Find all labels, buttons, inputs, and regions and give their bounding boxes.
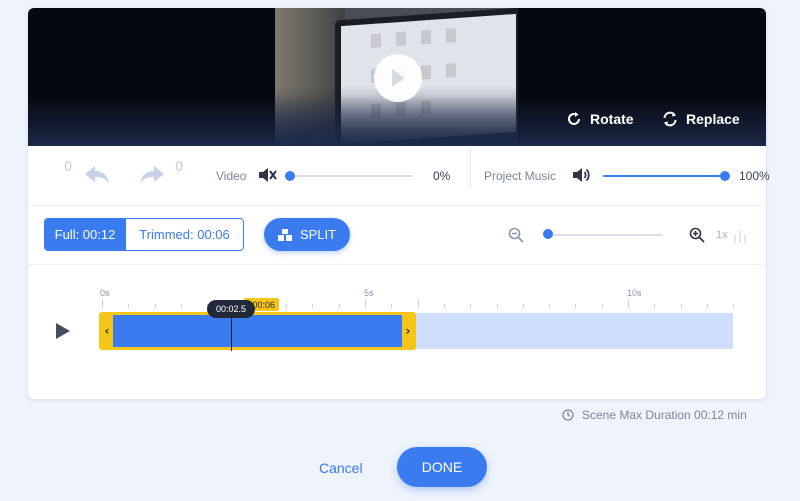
audio-divider — [470, 148, 471, 188]
ruler-tick — [338, 304, 340, 308]
play-icon — [56, 323, 70, 339]
zoom-slider[interactable] — [548, 234, 662, 236]
rotate-label: Rotate — [590, 111, 634, 127]
chevron-right-icon: › — [405, 324, 411, 338]
zoom-scale-icon — [734, 228, 748, 247]
undo-count: 0 — [64, 160, 73, 175]
ruler-tick — [549, 304, 551, 308]
rotate-button[interactable]: Rotate — [566, 108, 634, 130]
audio-row-divider — [28, 205, 766, 206]
speaker-on-icon — [573, 168, 590, 182]
redo-button[interactable] — [138, 164, 166, 190]
done-button[interactable]: DONE — [397, 447, 487, 487]
undo-button[interactable] — [83, 164, 111, 190]
zoom-in-icon — [689, 227, 705, 243]
split-label: SPLIT — [299, 227, 337, 242]
speaker-muted-icon — [259, 168, 277, 182]
trim-end-handle[interactable]: › — [401, 312, 415, 350]
zoom-slider-knob[interactable] — [543, 229, 553, 239]
video-mute-button[interactable] — [257, 166, 277, 188]
ruler-tick — [733, 304, 735, 308]
ruler-tick — [496, 304, 498, 308]
play-icon — [392, 69, 405, 87]
trimmed-clip[interactable] — [113, 315, 402, 347]
scene-max-duration-text: Scene Max Duration 00:12 min — [582, 408, 747, 422]
zoom-level: 1x — [716, 229, 728, 241]
ruler-label-10s: 10s — [627, 288, 642, 298]
zoom-out-icon — [508, 227, 524, 243]
ruler-tick — [286, 304, 288, 308]
ruler-tick — [654, 304, 656, 308]
video-preview: Rotate Replace — [28, 8, 766, 146]
ruler-tick — [365, 299, 366, 308]
ruler-tick — [391, 304, 393, 308]
video-volume-label: Video — [216, 169, 247, 183]
rotate-icon — [568, 112, 580, 125]
music-volume-label: Project Music — [484, 169, 557, 183]
clock-icon — [562, 409, 574, 421]
split-icon — [277, 228, 292, 241]
video-volume-knob[interactable] — [285, 171, 295, 181]
replace-label: Replace — [686, 111, 740, 127]
zoom-out-button[interactable] — [508, 227, 524, 247]
ruler-tick — [706, 304, 708, 308]
ruler-tick — [102, 299, 103, 308]
undo-icon — [85, 166, 109, 184]
ruler-tick — [312, 304, 314, 308]
toolbar-row-divider — [28, 264, 766, 265]
ruler-tick — [443, 304, 445, 308]
ruler-label-0s: 0s — [100, 288, 110, 298]
ruler-tick — [417, 299, 419, 308]
timeline-play-button[interactable] — [54, 322, 72, 344]
scene-max-duration: Scene Max Duration 00:12 min — [562, 406, 747, 424]
ruler-tick — [128, 304, 130, 308]
music-speaker-button[interactable] — [571, 166, 591, 188]
music-volume-slider[interactable] — [603, 171, 730, 181]
ruler-tick — [628, 299, 629, 308]
ruler-tick — [601, 304, 603, 308]
tab-full[interactable]: Full: 00:12 — [45, 219, 125, 250]
playhead-time[interactable]: 00:02.5 — [207, 300, 255, 318]
replace-button[interactable]: Replace — [662, 108, 740, 130]
trim-mode-toggle: Full: 00:12 Trimmed: 00:06 — [44, 218, 244, 251]
chevron-left-icon: ‹ — [104, 324, 110, 338]
playhead[interactable] — [231, 316, 232, 351]
cancel-button[interactable]: Cancel — [319, 460, 363, 476]
ruler-tick — [522, 304, 524, 308]
video-volume-slider[interactable] — [285, 171, 413, 181]
ruler-label-5s: 5s — [364, 288, 374, 298]
ruler-tick — [180, 304, 182, 308]
ruler-tick — [154, 304, 156, 308]
ruler-tick — [680, 304, 682, 308]
ruler-tick — [470, 304, 472, 308]
replace-icon — [663, 111, 677, 127]
redo-count: 0 — [175, 160, 184, 175]
trim-start-handle[interactable]: ‹ — [100, 312, 114, 350]
music-volume-value: 100% — [739, 169, 770, 183]
zoom-in-button[interactable] — [689, 227, 705, 247]
ruler-tick — [575, 304, 577, 308]
preview-play-button[interactable] — [374, 54, 422, 102]
redo-icon — [140, 166, 164, 184]
tab-trimmed[interactable]: Trimmed: 00:06 — [125, 219, 243, 250]
video-volume-value: 0% — [433, 169, 451, 183]
split-button[interactable]: SPLIT — [264, 218, 350, 251]
music-volume-knob[interactable] — [720, 171, 730, 181]
